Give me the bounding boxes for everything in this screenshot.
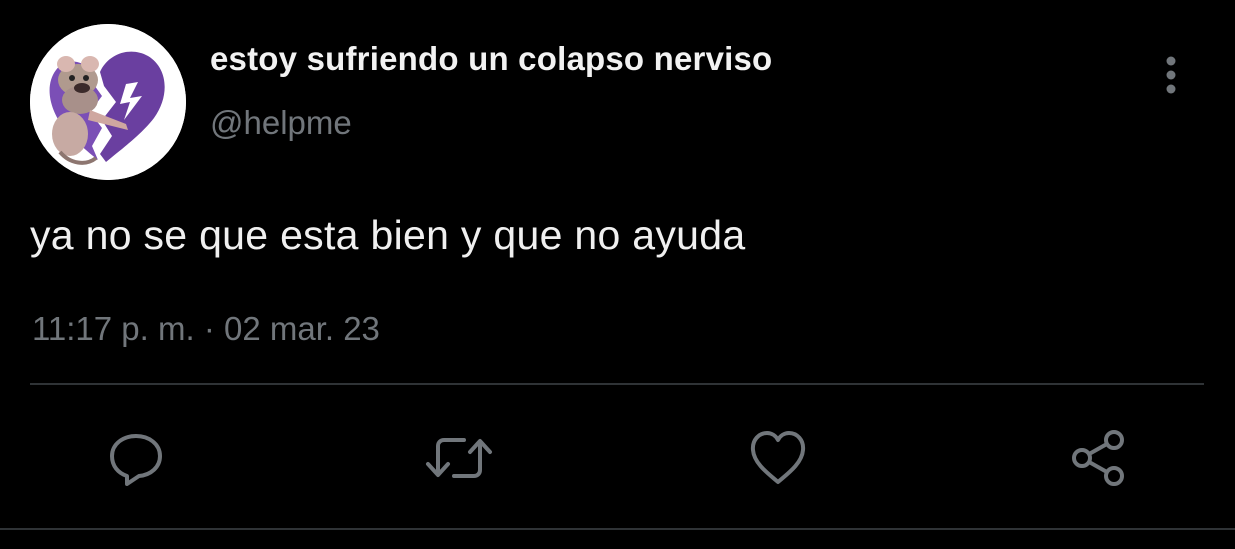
more-vertical-icon xyxy=(1166,56,1176,94)
like-button[interactable] xyxy=(748,428,808,488)
share-icon xyxy=(1072,430,1124,486)
divider xyxy=(30,383,1204,385)
retweet-icon xyxy=(426,438,492,478)
tweet-timestamp[interactable]: 11:17 p. m. · 02 mar. 23 xyxy=(32,310,380,348)
reply-icon xyxy=(110,434,162,486)
avatar[interactable] xyxy=(30,24,186,180)
display-name[interactable]: estoy sufriendo un colapso nerviso xyxy=(210,40,772,78)
like-heart-icon xyxy=(750,431,806,484)
avatar-image xyxy=(30,24,186,180)
user-handle[interactable]: @helpme xyxy=(210,104,352,142)
more-options-button[interactable] xyxy=(1152,50,1190,100)
tweet-detail: estoy sufriendo un colapso nerviso @help… xyxy=(0,0,1235,549)
tweet-text: ya no se que esta bien y que no ayuda xyxy=(30,212,746,258)
divider xyxy=(0,528,1235,530)
reply-button[interactable] xyxy=(106,428,166,488)
retweet-button[interactable] xyxy=(424,428,494,488)
share-button[interactable] xyxy=(1068,428,1128,488)
